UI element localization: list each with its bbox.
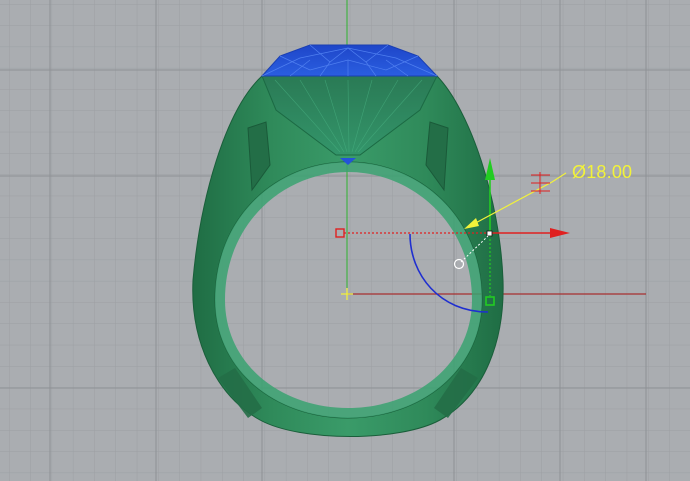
dimension-symbol-icon bbox=[531, 172, 550, 194]
viewport-canvas[interactable] bbox=[0, 0, 690, 481]
perspective-viewport[interactable]: Ø18.00 bbox=[0, 0, 690, 481]
gizmo-center-handle[interactable] bbox=[486, 230, 493, 237]
dimension-label[interactable]: Ø18.00 bbox=[572, 162, 632, 183]
